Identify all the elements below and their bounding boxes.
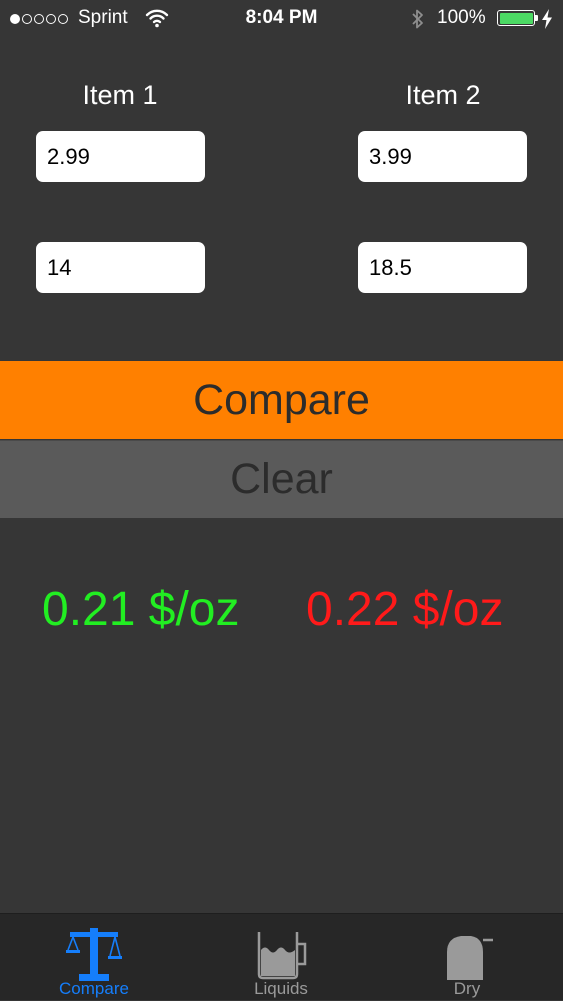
- clear-button[interactable]: Clear: [0, 440, 563, 518]
- item2-unit-price: 0.22 $/oz: [306, 583, 504, 636]
- compare-button[interactable]: Compare: [0, 361, 563, 439]
- liquid-container-icon: [257, 932, 307, 980]
- battery-icon: [497, 10, 535, 26]
- bluetooth-icon: [412, 9, 423, 29]
- item2-size-input[interactable]: [358, 242, 527, 293]
- item1-unit-price: 0.21 $/oz: [42, 583, 240, 636]
- item2-label: Item 2: [405, 80, 481, 110]
- tab-bar: Compare Liquids Dry: [0, 913, 563, 1000]
- tab-label-liquids: Liquids: [254, 979, 308, 998]
- tab-label-compare: Compare: [59, 979, 129, 998]
- status-bar: Sprint 8:04 PM 100%: [0, 0, 563, 38]
- battery-percentage: 100%: [437, 7, 486, 28]
- balance-scale-icon: [66, 928, 122, 981]
- tab-liquids[interactable]: Liquids: [221, 914, 341, 1001]
- dry-container-icon: [447, 936, 493, 980]
- battery-nub: [535, 15, 538, 21]
- tab-label-dry: Dry: [453, 979, 481, 998]
- charging-bolt-icon: [542, 9, 552, 29]
- tab-dry[interactable]: Dry: [407, 914, 527, 1001]
- item1-label: Item 1: [82, 80, 158, 110]
- item1-price-input[interactable]: [36, 131, 205, 182]
- battery-level-fill: [499, 12, 533, 24]
- item2-price-input[interactable]: [358, 131, 527, 182]
- tab-compare[interactable]: Compare: [34, 914, 154, 1001]
- item1-size-input[interactable]: [36, 242, 205, 293]
